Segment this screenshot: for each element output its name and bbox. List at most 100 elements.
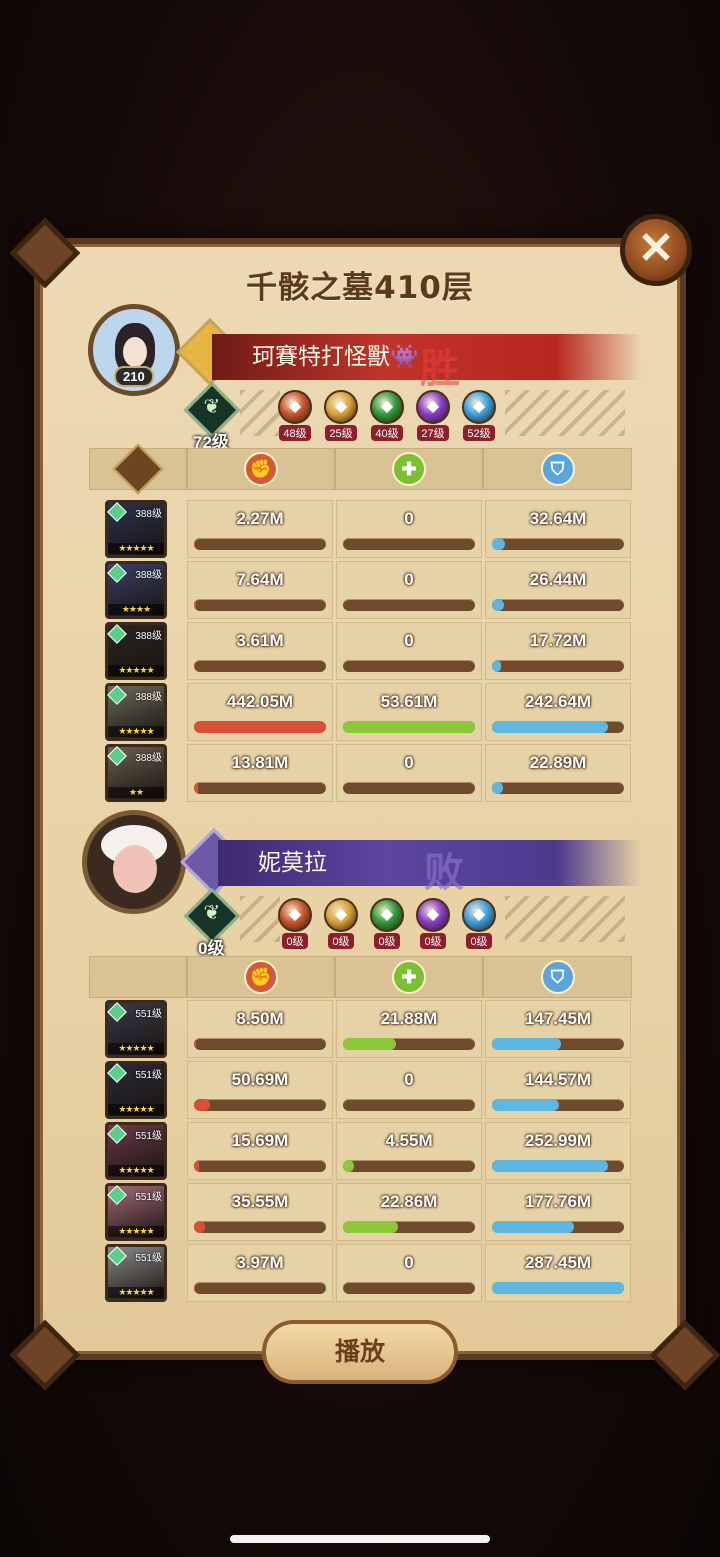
shield-icon: ⛉ xyxy=(540,960,575,994)
heal-value: 53.61M xyxy=(380,692,438,711)
fist-icon: ✊ xyxy=(244,452,278,486)
tank-cell: 26.44M xyxy=(485,561,631,619)
tank-value: 177.76M xyxy=(524,1192,592,1211)
team1-avatar-level: 210 xyxy=(114,366,154,387)
team1-faction-celestial: ◆ 52级 xyxy=(460,390,498,442)
header-report-cell xyxy=(89,443,187,495)
damage-value: 7.64M xyxy=(236,570,284,589)
heal-cell: 0 xyxy=(336,744,482,802)
home-indicator[interactable] xyxy=(230,1535,490,1543)
hero-portrait[interactable]: 388级 ★★★★★ xyxy=(105,500,167,558)
team1-name: 珂賽特打怪獸👾 xyxy=(252,344,419,370)
tank-bar xyxy=(492,721,624,733)
damage-bar xyxy=(194,1221,326,1233)
close-button[interactable]: ✕ xyxy=(620,214,692,286)
header-tank-cell: ⛉ xyxy=(483,448,632,490)
team2-faction-lightbearer: ◆ 0级 xyxy=(276,898,314,950)
heal-cell: 22.86M xyxy=(336,1183,482,1241)
hero-gem-icon xyxy=(107,685,127,705)
hero-stars: ★★★★★ xyxy=(108,543,164,554)
decor-stripe xyxy=(240,390,280,436)
heal-cell: 0 xyxy=(336,1244,482,1302)
damage-value: 50.69M xyxy=(231,1070,289,1089)
lightbearer-level: 48级 xyxy=(279,425,311,441)
tree-icon: ❦ xyxy=(203,395,221,418)
hero-gem-icon xyxy=(107,1185,127,1205)
damage-bar-fill xyxy=(194,1099,210,1111)
damage-cell: 3.61M xyxy=(187,622,333,680)
play-button[interactable]: 播放 xyxy=(262,1320,458,1384)
team1-hero-row: 388级 ★★★★★ 3.61M 0 17.72M xyxy=(105,622,632,680)
heal-cell: 21.88M xyxy=(336,1000,482,1058)
heal-value: 21.88M xyxy=(380,1009,438,1028)
damage-bar xyxy=(194,1282,326,1294)
damage-cell: 15.69M xyxy=(187,1122,333,1180)
hero-level: 551级 xyxy=(135,1131,162,1142)
mauler-icon: ◆ xyxy=(324,898,358,932)
hero-gem-icon xyxy=(107,624,127,644)
damage-bar xyxy=(194,599,326,611)
graveborn-level: 27级 xyxy=(417,425,449,441)
team1-faction-lightbearer: ◆ 48级 xyxy=(276,390,314,442)
tank-cell: 32.64M xyxy=(485,500,631,558)
hero-gem-icon xyxy=(107,1124,127,1144)
hero-level: 551级 xyxy=(135,1009,162,1020)
heal-value: 0 xyxy=(404,509,414,528)
scroll-icon[interactable] xyxy=(112,443,164,495)
tank-value: 144.57M xyxy=(524,1070,592,1089)
tank-bar xyxy=(492,782,624,794)
heal-value: 0 xyxy=(404,1253,414,1272)
tank-value: 147.45M xyxy=(524,1009,592,1028)
hero-level: 551级 xyxy=(135,1070,162,1081)
mauler-level: 25级 xyxy=(325,425,357,441)
team1-faction-graveborn: ◆ 27级 xyxy=(414,390,452,442)
tank-cell: 252.99M xyxy=(485,1122,631,1180)
heal-bar-fill xyxy=(343,721,475,733)
damage-value: 13.81M xyxy=(231,753,289,772)
team2-faction-celestial: ◆ 0级 xyxy=(460,898,498,950)
damage-bar xyxy=(194,538,326,550)
heal-bar xyxy=(343,721,475,733)
heal-cell: 0 xyxy=(336,1061,482,1119)
hero-level: 551级 xyxy=(135,1192,162,1203)
hero-portrait[interactable]: 551级 ★★★★★ xyxy=(105,1000,167,1058)
hero-gem-icon xyxy=(107,1063,127,1083)
header-damage-cell: ✊ xyxy=(187,448,335,490)
hero-portrait[interactable]: 551级 ★★★★★ xyxy=(105,1061,167,1119)
header-tank-cell: ⛉ xyxy=(483,956,632,998)
tank-bar-fill xyxy=(492,538,506,550)
graveborn-level: 0级 xyxy=(420,933,446,949)
hero-portrait[interactable]: 388级 ★★ xyxy=(105,744,167,802)
heal-icon: ✚ xyxy=(392,452,426,486)
team2-hero-row: 551级 ★★★★★ 3.97M 0 287.45M xyxy=(105,1244,632,1302)
heal-bar xyxy=(343,1099,475,1111)
hero-level: 551级 xyxy=(135,1253,162,1264)
hero-portrait[interactable]: 551级 ★★★★★ xyxy=(105,1122,167,1180)
tank-bar xyxy=(492,538,624,550)
damage-value: 2.27M xyxy=(236,509,284,528)
tank-value: 242.64M xyxy=(524,692,592,711)
team2-hero-row: 551级 ★★★★★ 15.69M 4.55M 252.99M xyxy=(105,1122,632,1180)
fist-icon: ✊ xyxy=(244,960,278,994)
hero-portrait[interactable]: 551级 ★★★★★ xyxy=(105,1183,167,1241)
hero-portrait[interactable]: 388级 ★★★★★ xyxy=(105,683,167,741)
heal-bar-fill xyxy=(343,1160,354,1172)
team2-faction-mauler: ◆ 0级 xyxy=(322,898,360,950)
damage-bar-fill xyxy=(194,538,195,550)
hero-portrait[interactable]: 388级 ★★★★★ xyxy=(105,622,167,680)
team1-hero-row: 388级 ★★★★★ 442.05M 53.61M 242.64M xyxy=(105,683,632,741)
team1-hero-row: 388级 ★★ 13.81M 0 22.89M xyxy=(105,744,632,802)
heal-value: 4.55M xyxy=(385,1131,433,1150)
team2-faction-graveborn: ◆ 0级 xyxy=(414,898,452,950)
tank-bar-fill xyxy=(492,1038,561,1050)
heal-bar-fill xyxy=(343,1038,396,1050)
celestial-icon: ◆ xyxy=(462,390,496,424)
lightbearer-level: 0级 xyxy=(282,933,308,949)
hero-portrait[interactable]: 388级 ★★★★ xyxy=(105,561,167,619)
team2-avatar[interactable] xyxy=(82,810,186,914)
hero-portrait[interactable]: 551级 ★★★★★ xyxy=(105,1244,167,1302)
tank-bar-fill xyxy=(492,1282,624,1294)
tank-cell: 22.89M xyxy=(485,744,631,802)
wilder-icon: ◆ xyxy=(370,898,404,932)
tank-bar xyxy=(492,1038,624,1050)
